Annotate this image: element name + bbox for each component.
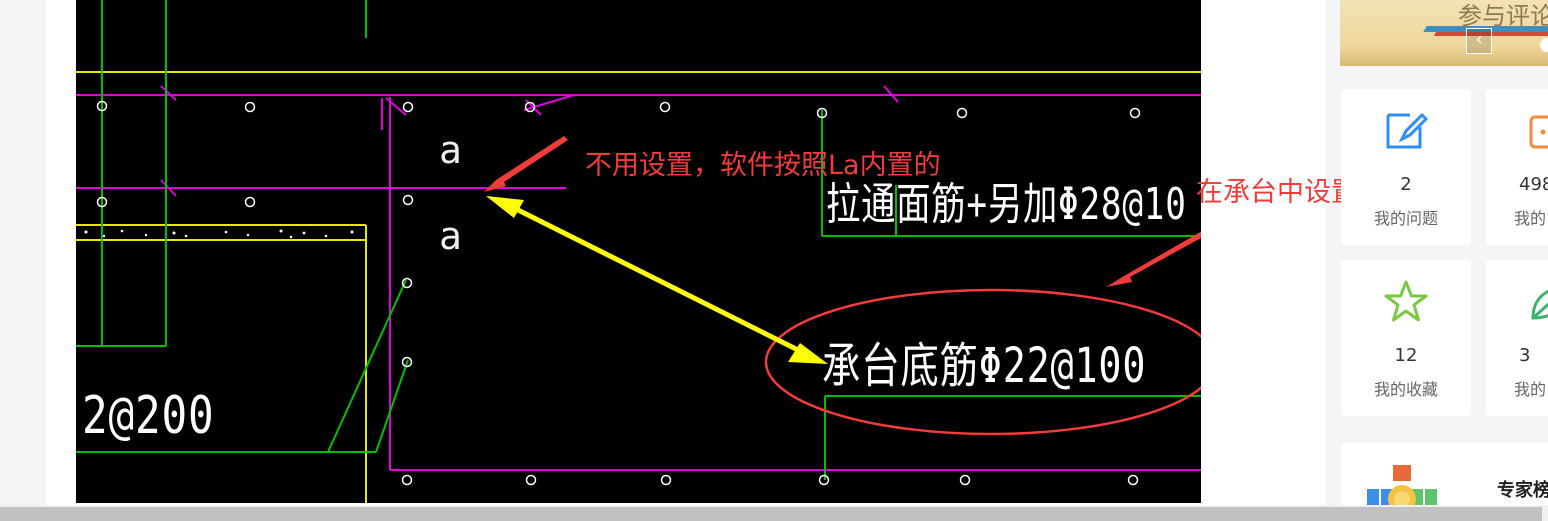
promo-banner[interactable]: 参与评论 ‹: [1340, 0, 1548, 66]
cad-linework: [76, 0, 1201, 503]
my-favorites-card[interactable]: 12 我的收藏: [1341, 260, 1471, 416]
answers-label: 我的: [1514, 380, 1547, 399]
banner-text: 参与评论: [1458, 2, 1548, 30]
scrollbar-thumb[interactable]: [0, 507, 1542, 521]
questions-label: 我的问题: [1373, 209, 1438, 228]
edit-icon: [1386, 112, 1429, 149]
answers-count: 3: [1519, 345, 1531, 366]
label-a-upper: a: [439, 128, 463, 172]
annotation-set-in-cap: 在承台中设置: [1196, 177, 1358, 208]
cad-drawing-image: a a 拉通面筋+另加Φ28@10 承台底筋Φ22@100 2@200: [76, 0, 1201, 503]
points-label: 我的: [1514, 209, 1547, 228]
favorites-label: 我的收藏: [1373, 380, 1438, 399]
favorites-count: 12: [1394, 345, 1418, 366]
star-icon: [1384, 280, 1428, 322]
my-questions-card[interactable]: 2 我的问题: [1341, 89, 1471, 245]
expert-ranking-title: 专家榜: [1497, 480, 1548, 501]
leaf-icon: [1531, 289, 1548, 320]
points-count: 498: [1519, 174, 1548, 195]
label-a-lower: a: [439, 214, 463, 258]
chevron-left-icon[interactable]: ‹: [1466, 28, 1492, 54]
my-answers-card[interactable]: 3 我的: [1486, 260, 1548, 416]
questions-count: 2: [1400, 174, 1412, 195]
annotation-no-setting: 不用设置，软件按照La内置的: [585, 150, 941, 181]
right-sidebar: 参与评论 ‹ 2 我的问题 498 我的 12 我的收藏 3 我的 专家榜: [1340, 0, 1548, 521]
box-icon: [1529, 115, 1548, 149]
my-points-card[interactable]: 498 我的: [1486, 89, 1548, 245]
banner-indicator[interactable]: [1540, 38, 1548, 52]
cap-bottom-rebar-note: 承台底筋Φ22@100: [822, 338, 1147, 394]
horizontal-scrollbar[interactable]: [0, 505, 1548, 521]
left-rebar-note: 2@200: [82, 386, 215, 446]
